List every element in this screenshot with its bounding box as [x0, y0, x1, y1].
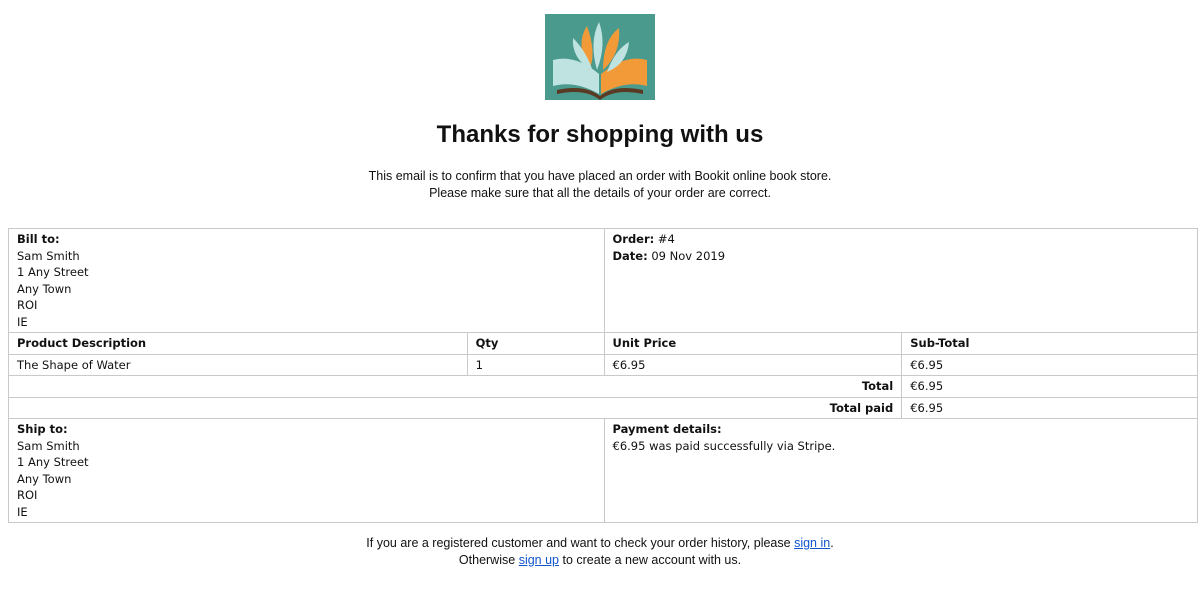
payment-details-cell: Payment details: €6.95 was paid successf… [603, 418, 1198, 523]
footer-line-2: Otherwise sign up to create a new accoun… [0, 552, 1200, 569]
bill-to-cell: Bill to: Sam Smith 1 Any Street Any Town… [8, 228, 605, 333]
footer-line-2-suffix: to create a new account with us. [562, 552, 742, 567]
header-unit-price: Unit Price [603, 332, 903, 355]
ship-to-town: Any Town [17, 471, 72, 486]
store-logo [545, 14, 655, 100]
order-number-line: Order: #4 [613, 231, 1190, 248]
order-date-line: Date: 09 Nov 2019 [613, 248, 1190, 265]
bill-to-town: Any Town [17, 281, 72, 296]
footer-line-1-prefix: If you are a registered customer and wan… [366, 536, 791, 550]
items-header-row: Product Description Qty Unit Price Sub-T… [8, 332, 1198, 355]
total-row: Total €6.95 [7, 375, 1198, 398]
intro-text: This email is to confirm that you have p… [0, 168, 1200, 201]
footer-line-1: If you are a registered customer and wan… [0, 535, 1200, 552]
bill-to-country: IE [17, 314, 28, 329]
ship-payment-row: Ship to: Sam Smith 1 Any Street Any Town… [8, 418, 1198, 523]
footer-line-2-prefix: Otherwise [458, 552, 516, 567]
bill-to-label: Bill to: [17, 232, 60, 246]
header-sub-total: Sub-Total [901, 332, 1198, 355]
ship-to-region: ROI [17, 488, 38, 502]
order-number: #4 [657, 232, 675, 246]
ship-to-country: IE [17, 504, 28, 519]
page-title: Thanks for shopping with us [436, 121, 764, 148]
ship-to-street: 1 Any Street [17, 455, 89, 469]
order-info-cell: Order: #4 Date: 09 Nov 2019 [603, 228, 1198, 333]
intro-line-1: This email is to confirm that you have p… [368, 169, 832, 183]
total-paid-value: €6.95 [901, 396, 1198, 419]
total-label: Total [7, 375, 903, 398]
ship-to-label: Ship to: [17, 422, 68, 436]
total-paid-row: Total paid €6.95 [7, 396, 1198, 419]
item-qty: 1 [466, 353, 605, 376]
bill-to-region: ROI [17, 298, 38, 312]
item-sub-total: €6.95 [901, 353, 1198, 376]
payment-details-label: Payment details: [612, 422, 722, 436]
order-date: 09 Nov 2019 [651, 248, 726, 263]
order-details-table: Bill to: Sam Smith 1 Any Street Any Town… [7, 228, 1198, 523]
total-paid-label: Total paid [7, 396, 903, 419]
sign-up-link[interactable]: sign up [519, 553, 559, 567]
total-value: €6.95 [901, 375, 1198, 398]
item-description: The Shape of Water [8, 353, 468, 376]
intro-line-2: Please make sure that all the details of… [429, 185, 771, 200]
book-lotus-logo-icon [545, 14, 655, 100]
table-row: The Shape of Water 1 €6.95 €6.95 [8, 353, 1198, 376]
address-order-row: Bill to: Sam Smith 1 Any Street Any Town… [8, 228, 1198, 333]
header-product-description: Product Description [8, 332, 468, 355]
footer-text: If you are a registered customer and wan… [0, 535, 1200, 568]
footer-line-1-suffix: . [830, 536, 834, 550]
bill-to-street: 1 Any Street [17, 265, 89, 279]
ship-to-cell: Ship to: Sam Smith 1 Any Street Any Town… [8, 418, 605, 523]
header-qty: Qty [466, 332, 605, 355]
sign-in-link[interactable]: sign in [794, 536, 830, 550]
item-unit-price: €6.95 [603, 353, 903, 376]
bill-to-name: Sam Smith [17, 248, 80, 263]
order-label: Order: [612, 232, 655, 246]
payment-details-text: €6.95 was paid successfully via Stripe. [612, 438, 836, 453]
date-label: Date: [612, 248, 648, 263]
ship-to-name: Sam Smith [17, 438, 80, 453]
